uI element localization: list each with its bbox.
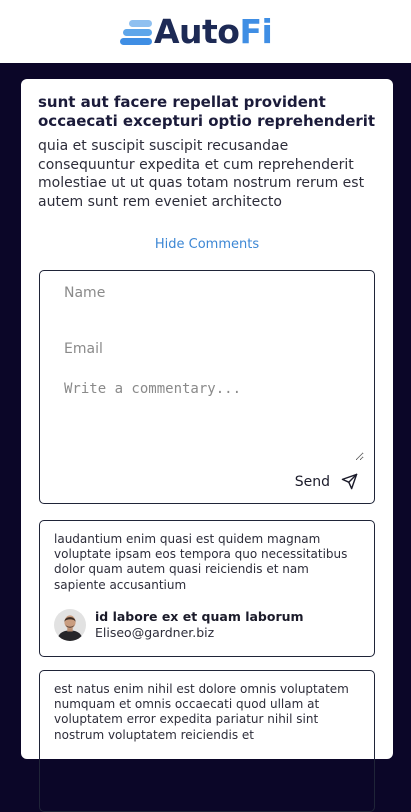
send-button[interactable]: Send xyxy=(295,473,358,490)
hide-comments-link[interactable]: Hide Comments xyxy=(21,237,393,252)
logo-text-auto: Auto xyxy=(154,12,240,51)
logo-text-fi: Fi xyxy=(239,12,273,51)
name-input[interactable] xyxy=(64,283,354,303)
send-icon xyxy=(341,473,358,490)
comment-card: est natus enim nihil est dolore omnis vo… xyxy=(39,670,375,812)
logo-mark-icon xyxy=(120,16,152,48)
author-meta: id labore ex et quam laborum Eliseo@gard… xyxy=(95,609,304,641)
comment-card: laudantium enim quasi est quidem magnam … xyxy=(39,520,375,657)
post-title: sunt aut facere repellat provident occae… xyxy=(38,93,376,130)
author-email: Eliseo@gardner.biz xyxy=(95,625,215,640)
author-name: id labore ex et quam laborum xyxy=(95,609,304,624)
comment-body: est natus enim nihil est dolore omnis vo… xyxy=(54,682,349,742)
post-body: quia et suscipit suscipit recusandae con… xyxy=(38,138,365,210)
app-header: AutoFi xyxy=(0,0,411,63)
post-card: sunt aut facere repellat provident occae… xyxy=(21,79,393,812)
email-input[interactable] xyxy=(64,339,354,359)
comment-author: id labore ex et quam laborum Eliseo@gard… xyxy=(54,609,304,641)
avatar xyxy=(54,609,86,641)
comment-body: laudantium enim quasi est quidem magnam … xyxy=(54,532,348,592)
commentary-textarea[interactable] xyxy=(64,381,364,461)
logo-wordmark: AutoFi xyxy=(154,12,273,52)
autofi-logo[interactable]: AutoFi xyxy=(120,12,273,52)
comment-form: Send xyxy=(39,270,375,504)
send-label: Send xyxy=(294,473,330,490)
